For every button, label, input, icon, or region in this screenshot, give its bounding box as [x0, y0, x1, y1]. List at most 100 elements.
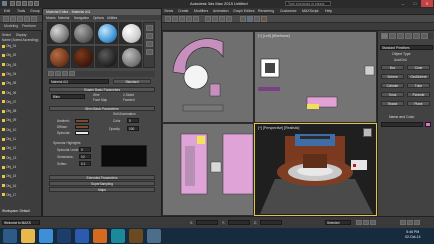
primitive-button-cylinder[interactable]: Cylinder: [381, 83, 404, 88]
render-icon[interactable]: [261, 16, 267, 22]
unlink-icon[interactable]: [24, 16, 30, 22]
explorer-row[interactable]: Obj_14: [2, 165, 40, 170]
windows-start-icon[interactable]: [3, 229, 17, 243]
snap-icon[interactable]: [205, 16, 211, 22]
menu-utilities[interactable]: Utilities: [107, 16, 117, 20]
redo-icon[interactable]: [34, 1, 39, 6]
utilities-tab-icon[interactable]: [421, 33, 428, 39]
illustrator-icon[interactable]: [129, 229, 143, 243]
photoshop-icon[interactable]: [57, 229, 71, 243]
menu-animation[interactable]: Animation: [213, 9, 229, 13]
primitive-button-sphere[interactable]: Sphere: [381, 74, 404, 79]
material-type-button[interactable]: Standard: [113, 79, 151, 84]
primitive-button-pyramid[interactable]: Pyramid: [407, 92, 430, 97]
wire-checkbox[interactable]: Wire: [93, 93, 100, 97]
explorer-tab-display[interactable]: Display: [16, 33, 26, 37]
explorer-row[interactable]: Obj_05: [2, 81, 40, 86]
x-coordinate-field[interactable]: [196, 220, 218, 225]
ambient-swatch[interactable]: [75, 119, 89, 123]
undo-button[interactable]: [3, 16, 9, 22]
file-explorer-icon[interactable]: [21, 229, 35, 243]
explorer-row[interactable]: Obj_08: [2, 109, 40, 114]
select-region-icon[interactable]: [172, 16, 178, 22]
specular-swatch[interactable]: [75, 131, 89, 135]
menu-edit[interactable]: Edit: [4, 9, 10, 13]
explorer-row[interactable]: Obj_15: [2, 174, 40, 179]
hierarchy-tab-icon[interactable]: [397, 33, 404, 39]
mirror-icon[interactable]: [219, 16, 225, 22]
autogrid-checkbox[interactable]: AutoGrid: [394, 58, 407, 62]
primitive-type-dropdown[interactable]: Standard Primitives: [380, 45, 433, 50]
orbit-icon[interactable]: [414, 220, 420, 225]
explorer-row[interactable]: Obj_13: [2, 156, 40, 161]
motion-tab-icon[interactable]: [405, 33, 412, 39]
viewport-perspective[interactable]: [+] [Perspective] [Realistic]: [254, 123, 377, 216]
search-input[interactable]: Type a keyword or phrase: [285, 1, 331, 6]
two-sided-checkbox[interactable]: 2-Sided: [123, 93, 134, 97]
explorer-row[interactable]: Obj_16: [2, 184, 40, 189]
tab-modeling[interactable]: Modeling: [4, 24, 18, 28]
explorer-row[interactable]: Obj_10: [2, 128, 40, 133]
explorer-column-header[interactable]: Name (Sorted Ascending): [2, 38, 40, 42]
align-icon[interactable]: [226, 16, 232, 22]
faceted-checkbox[interactable]: Faceted: [123, 98, 135, 102]
material-name-field[interactable]: Material #11: [49, 79, 109, 84]
max-logo-icon[interactable]: [2, 1, 7, 6]
word-icon[interactable]: [75, 229, 89, 243]
material-slot-2[interactable]: [71, 22, 94, 44]
shader-type-dropdown[interactable]: Blinn: [51, 94, 85, 99]
object-name-field[interactable]: [381, 122, 423, 127]
sample-type-icon[interactable]: [146, 25, 153, 31]
menu-maxscript[interactable]: MAXScript: [302, 9, 319, 13]
material-slot-6[interactable]: [71, 46, 94, 68]
primitive-button-cone[interactable]: Cone: [407, 65, 430, 70]
menu-rendering[interactable]: Rendering: [258, 9, 274, 13]
primitive-button-box[interactable]: Box: [381, 65, 404, 70]
maximize-button[interactable]: □: [409, 0, 421, 7]
self-illum-value[interactable]: 0: [127, 118, 139, 123]
menu-navigation[interactable]: Navigation: [74, 16, 89, 20]
display-tab-icon[interactable]: [413, 33, 420, 39]
explorer-row[interactable]: Obj_12: [2, 146, 40, 151]
material-editor-icon[interactable]: [247, 16, 253, 22]
open-icon[interactable]: [16, 1, 21, 6]
material-slot-3[interactable]: [95, 22, 118, 44]
select-icon[interactable]: [165, 16, 171, 22]
spec-level-value[interactable]: 0: [79, 147, 91, 152]
undo-icon[interactable]: [28, 1, 33, 6]
menu-options[interactable]: Options: [93, 16, 104, 20]
explorer-row[interactable]: Obj_06: [2, 91, 40, 96]
angle-snap-icon[interactable]: [212, 16, 218, 22]
material-slot-8[interactable]: [119, 46, 142, 68]
glossiness-value[interactable]: 10: [79, 154, 91, 159]
explorer-row[interactable]: Obj_17: [2, 193, 40, 198]
explorer-row[interactable]: Obj_07: [2, 100, 40, 105]
get-material-icon[interactable]: [48, 71, 54, 76]
viewport-front[interactable]: [162, 123, 254, 216]
explorer-tab-select[interactable]: Select: [2, 33, 11, 37]
save-icon[interactable]: [22, 1, 27, 6]
menu-customize[interactable]: Customize: [280, 9, 297, 13]
explorer-row[interactable]: Obj_01: [2, 44, 40, 49]
material-slot-7[interactable]: [95, 46, 118, 68]
minimize-button[interactable]: –: [397, 0, 409, 7]
system-clock[interactable]: 5:46 PM 02-Oct-14: [405, 230, 421, 240]
menu-material[interactable]: Material: [58, 16, 69, 20]
maps-rollout[interactable]: Maps: [49, 187, 155, 192]
menu-group[interactable]: Group: [30, 9, 40, 13]
material-slot-4[interactable]: [119, 22, 142, 44]
uv-tiling-icon[interactable]: [146, 49, 153, 55]
3ds-max-icon[interactable]: [111, 229, 125, 243]
backlight-icon[interactable]: [146, 33, 153, 39]
zoom-icon[interactable]: [400, 220, 406, 225]
material-slot-1[interactable]: [47, 22, 70, 44]
shader-basic-rollout[interactable]: Shader Basic Parameters: [49, 87, 155, 92]
extended-parameters-rollout[interactable]: Extended Parameters: [49, 175, 155, 180]
menu-modes[interactable]: Modes: [46, 16, 56, 20]
material-slot-5[interactable]: [47, 46, 70, 68]
show-map-icon[interactable]: [69, 71, 75, 76]
menu-tools[interactable]: Tools: [17, 9, 25, 13]
maxscript-listener[interactable]: Welcome to MAXS: [2, 220, 40, 225]
explorer-row[interactable]: Obj_11: [2, 137, 40, 142]
render-setup-icon[interactable]: [254, 16, 260, 22]
